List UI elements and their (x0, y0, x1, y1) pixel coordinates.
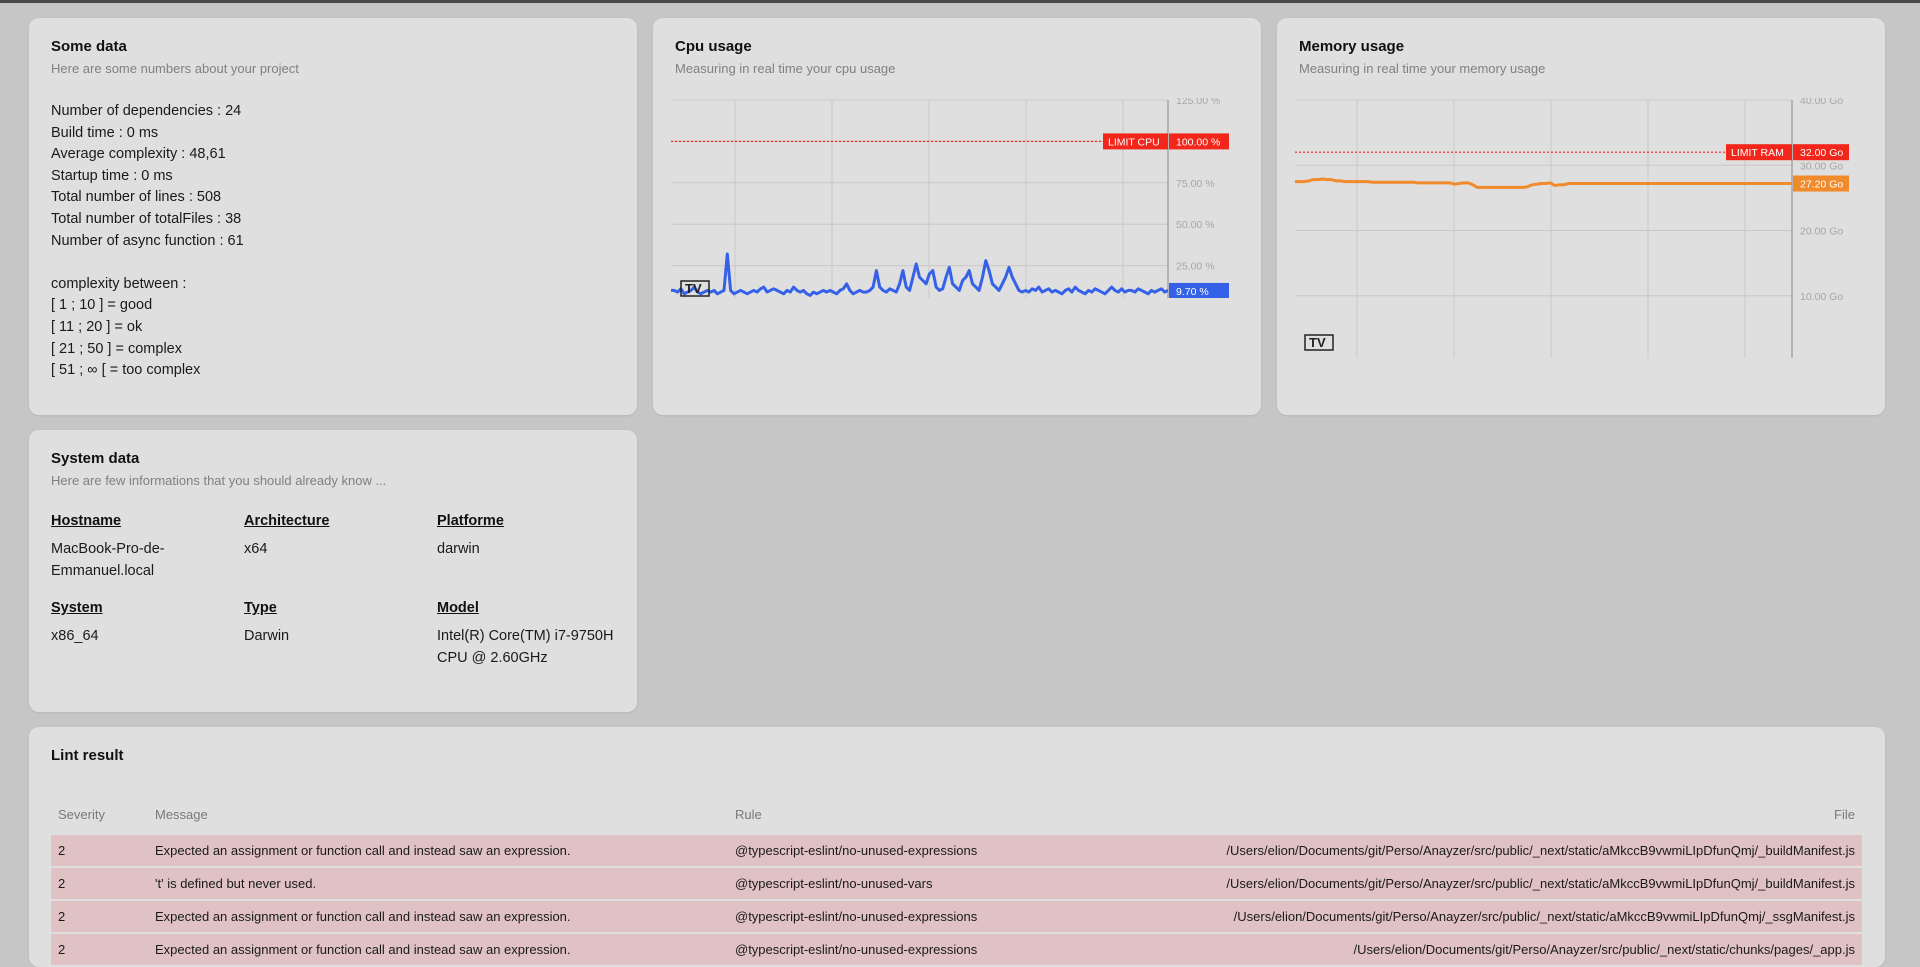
complexity-line: [ 1 ; 10 ] = good (51, 297, 153, 314)
system-field-hostname: Hostname MacBook-Pro-de-Emmanuel.local (51, 513, 231, 582)
memory-limit-badge: LIMIT RAM 32.00 Go (1726, 144, 1849, 161)
memory-usage-card: Memory usage Measuring in real time your… (1277, 18, 1885, 415)
system-field-system: System x86_64 (51, 600, 231, 647)
cell-message: Expected an assignment or function call … (148, 835, 728, 868)
column-header-file[interactable]: File (1035, 793, 1862, 835)
column-header-rule[interactable]: Rule (728, 793, 1035, 835)
field-value: x64 (244, 541, 268, 557)
cpu-current-value: 9.70 % (1176, 286, 1209, 298)
stat-line: Total number of totalFiles : 38 (51, 210, 242, 227)
cpu-limit-badge: LIMIT CPU 100.00 % (1103, 133, 1229, 150)
cell-severity: 2 (51, 835, 148, 868)
cpu-chart[interactable]: 125.00 %100.00 %75.00 %50.00 %25.00 %0.0… (671, 98, 1261, 298)
tradingview-logo-icon: TV (680, 280, 710, 297)
field-value: x86_64 (51, 628, 99, 644)
y-tick-label: 40.00 Go (1800, 98, 1843, 107)
memory-subtitle: Measuring in real time your memory usage (1299, 61, 1546, 76)
stat-line: Build time : 0 ms (51, 124, 159, 141)
y-tick-label: 50.00 % (1176, 219, 1215, 231)
field-label: Platforme (437, 513, 504, 529)
y-tick-label: 75.00 % (1176, 178, 1215, 190)
some-data-title: Some data (51, 38, 127, 55)
cell-file: /Users/elion/Documents/git/Perso/Anayzer… (1035, 835, 1862, 868)
lint-table: Severity Message Rule File 2 Expected an… (51, 793, 1862, 967)
complexity-line: [ 11 ; 20 ] = ok (51, 318, 143, 335)
y-tick-label: 20.00 Go (1800, 226, 1843, 238)
cpu-current-badge: 9.70 % (1169, 282, 1229, 298)
cell-severity: 2 (51, 867, 148, 901)
stat-line: Average complexity : 48,61 (51, 146, 226, 163)
logo-text: TV (1309, 335, 1326, 350)
system-field-model: Model Intel(R) Core(TM) i7-9750H CPU @ 2… (437, 600, 617, 669)
cell-rule: @typescript-eslint/no-unused-expressions (728, 835, 1035, 868)
system-data-card: System data Here are few informations th… (29, 430, 637, 712)
table-row[interactable]: 2 't' is defined but never used. @typesc… (51, 867, 1862, 901)
complexity-line: [ 51 ; ∞ [ = too complex (51, 362, 201, 379)
cell-file: /Users/elion/Documents/git/Perso/Anayzer… (1035, 933, 1862, 967)
system-title: System data (51, 450, 140, 467)
memory-chart[interactable]: 40.00 Go30.00 Go20.00 Go10.00 Go0.00 Go … (1295, 98, 1885, 358)
cell-message: Expected an assignment or function call … (148, 900, 728, 934)
cell-severity: 2 (51, 933, 148, 967)
lint-result-card: Lint result Severity Message Rule File 2… (29, 727, 1885, 967)
cell-rule: @typescript-eslint/no-unused-expressions (728, 900, 1035, 934)
cell-rule: @typescript-eslint/no-unused-vars (728, 867, 1035, 901)
column-header-severity[interactable]: Severity (51, 793, 148, 835)
memory-title: Memory usage (1299, 38, 1405, 55)
cell-file: /Users/elion/Documents/git/Perso/Anayzer… (1035, 867, 1862, 901)
cpu-subtitle: Measuring in real time your cpu usage (675, 61, 896, 76)
field-label: Type (244, 600, 277, 616)
system-field-platform: Platforme darwin (437, 513, 617, 560)
memory-limit-value: 32.00 Go (1800, 147, 1843, 159)
table-row[interactable]: 2 Expected an assignment or function cal… (51, 835, 1862, 868)
field-label: Model (437, 600, 479, 616)
lint-header-row: Severity Message Rule File (51, 793, 1862, 835)
system-field-type: Type Darwin (244, 600, 424, 647)
cpu-series-line (671, 252, 1169, 297)
system-field-architecture: Architecture x64 (244, 513, 424, 560)
some-data-stats: Number of dependencies : 24 Build time :… (51, 101, 244, 382)
cpu-usage-card: Cpu usage Measuring in real time your cp… (653, 18, 1261, 415)
stat-line: Number of async function : 61 (51, 232, 244, 249)
y-tick-label: 25.00 % (1176, 261, 1215, 273)
cell-severity: 2 (51, 900, 148, 934)
memory-limit-label: LIMIT RAM (1731, 147, 1784, 159)
field-label: Hostname (51, 513, 122, 529)
field-label: System (51, 600, 103, 616)
y-tick-label: 30.00 Go (1800, 160, 1843, 172)
y-tick-label: 125.00 % (1176, 98, 1220, 107)
complexity-heading: complexity between : (51, 275, 187, 292)
cell-message: 't' is defined but never used. (148, 867, 728, 901)
system-subtitle: Here are few informations that you shoul… (51, 473, 387, 488)
lint-title: Lint result (51, 747, 124, 764)
column-header-message[interactable]: Message (148, 793, 728, 835)
logo-text: TV (685, 281, 702, 296)
cell-rule: @typescript-eslint/no-unused-expressions (728, 933, 1035, 967)
memory-current-badge: 27.20 Go (1793, 175, 1849, 192)
y-tick-label: 0.00 Go (1800, 356, 1838, 358)
cell-message: Expected an assignment or function call … (148, 933, 728, 967)
cpu-limit-label: LIMIT CPU (1108, 136, 1160, 148)
tradingview-logo-icon: TV (1304, 334, 1334, 351)
field-value: MacBook-Pro-de-Emmanuel.local (51, 541, 165, 579)
complexity-line: [ 21 ; 50 ] = complex (51, 340, 182, 357)
memory-series-line (1295, 177, 1792, 189)
some-data-subtitle: Here are some numbers about your project (51, 61, 299, 76)
memory-current-value: 27.20 Go (1800, 179, 1843, 191)
table-row[interactable]: 2 Expected an assignment or function cal… (51, 900, 1862, 934)
field-value: Intel(R) Core(TM) i7-9750H CPU @ 2.60GHz (437, 628, 614, 666)
cell-file: /Users/elion/Documents/git/Perso/Anayzer… (1035, 900, 1862, 934)
field-value: darwin (437, 541, 480, 557)
some-data-card: Some data Here are some numbers about yo… (29, 18, 637, 415)
cpu-limit-value: 100.00 % (1176, 136, 1220, 148)
stat-line: Startup time : 0 ms (51, 167, 173, 184)
field-value: Darwin (244, 628, 290, 644)
cpu-title: Cpu usage (675, 38, 752, 55)
stat-line: Number of dependencies : 24 (51, 103, 242, 119)
table-row[interactable]: 2 Expected an assignment or function cal… (51, 933, 1862, 967)
stat-line: Total number of lines : 508 (51, 189, 222, 206)
y-tick-label: 10.00 Go (1800, 291, 1843, 303)
field-label: Architecture (244, 513, 330, 529)
